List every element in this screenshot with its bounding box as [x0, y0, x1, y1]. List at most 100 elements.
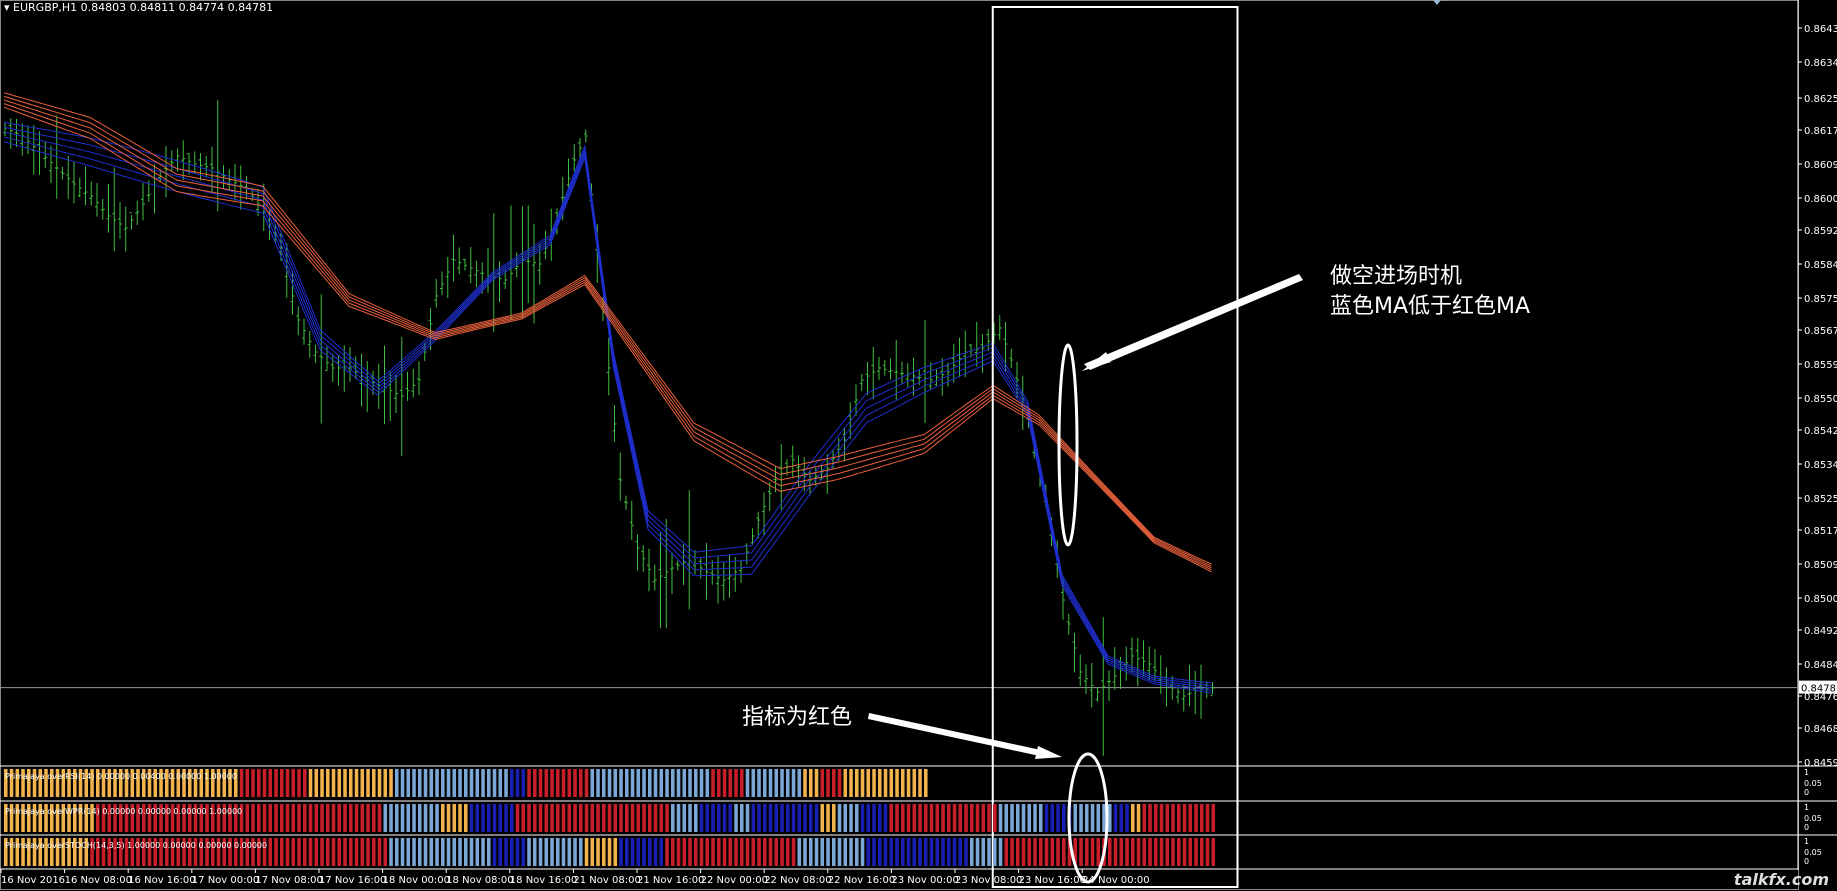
indicator-bar — [998, 804, 1003, 832]
indicator-bar — [849, 838, 853, 866]
indicator-bar — [1148, 804, 1152, 832]
price-tick-label: 0.86345 — [1804, 58, 1837, 69]
indicator-bar — [947, 804, 951, 832]
indicator-bar — [280, 769, 284, 797]
indicator-scale-top: 1 — [1804, 837, 1809, 846]
indicator-bar — [1211, 804, 1216, 832]
indicator-bar — [1039, 838, 1043, 866]
time-tick-label: 17 Nov 08:00 — [255, 875, 322, 886]
indicator-bar — [538, 838, 543, 866]
indicator-bar — [648, 769, 652, 797]
indicator-bar — [297, 838, 301, 866]
indicator-bar — [349, 769, 353, 797]
indicator-bar — [648, 838, 652, 866]
indicator-bar — [924, 769, 928, 797]
red-ma-line-1 — [3, 106, 1212, 573]
indicator-bar — [768, 804, 773, 832]
indicator-bar — [584, 838, 589, 866]
indicator-bar — [912, 838, 917, 866]
indicator-bar — [354, 838, 359, 866]
indicator-bar — [751, 769, 756, 797]
indicator-bar — [763, 838, 767, 866]
indicator-bar — [740, 769, 744, 797]
indicator-bar — [262, 769, 267, 797]
symbol-label: EURGBP,H1 — [13, 1, 78, 14]
indicator-bar — [711, 838, 715, 866]
indicator-bar — [458, 838, 462, 866]
chart-frame — [0, 0, 1799, 890]
indicator-bar — [613, 804, 618, 832]
indicator-bar — [837, 804, 842, 832]
indicator-bar — [1154, 804, 1158, 832]
indicator-bar — [274, 838, 278, 866]
indicator-arrow-shaft — [868, 713, 1050, 758]
indicator-bar — [314, 804, 319, 832]
indicator-bar — [1108, 804, 1112, 832]
indicator-bar — [717, 769, 721, 797]
chart-area[interactable]: 0.86430 0.86345 0.86255 0.86175 0.86090 0.860… — [0, 0, 1837, 891]
dropdown-triangle-icon[interactable]: ▾ — [4, 1, 10, 14]
indicator-bar — [786, 804, 790, 832]
indicator-bar — [423, 838, 428, 866]
indicator-bar — [642, 804, 646, 832]
indicator-bar — [1004, 838, 1009, 866]
indicator-bar — [1021, 838, 1026, 866]
indicator-bar — [383, 838, 388, 866]
indicator-bar — [665, 769, 669, 797]
indicator-bar — [412, 838, 416, 866]
indicator-bar — [751, 838, 756, 866]
indicator-bar — [469, 769, 474, 797]
indicator-label: Primajaya overWPR(14) 0.00000 0.00000 0.… — [5, 807, 242, 816]
indicator-scale-bot: 0 — [1804, 823, 1809, 832]
indicator-scale-bot: 0 — [1804, 788, 1809, 797]
indicator-bar — [671, 804, 675, 832]
indicator-bar — [866, 769, 871, 797]
indicator-bar — [768, 838, 773, 866]
indicator-bar — [676, 804, 681, 832]
indicator-bar — [492, 804, 497, 832]
indicator-bar — [889, 804, 894, 832]
indicator-bar — [642, 838, 646, 866]
indicator-bar — [826, 838, 830, 866]
indicator-bar — [245, 769, 250, 797]
indicator-bar — [1171, 804, 1175, 832]
indicator-bar — [728, 769, 733, 797]
time-tick-label: 22 Nov 16:00 — [828, 875, 895, 886]
indicator-bar — [1159, 804, 1164, 832]
indicator-bar — [975, 804, 980, 832]
indicator-bar — [832, 804, 836, 832]
time-tick-label: 22 Nov 08:00 — [764, 875, 831, 886]
indicator-bar — [441, 838, 445, 866]
indicator-bar — [475, 804, 480, 832]
indicator-bar — [803, 838, 807, 866]
indicator-bar — [832, 769, 836, 797]
indicator-bar — [1188, 804, 1193, 832]
indicator-bar — [619, 838, 623, 866]
indicator-bar — [510, 838, 514, 866]
indicator-bar — [337, 804, 342, 832]
indicator-bar — [377, 769, 382, 797]
indicator-bar — [1016, 804, 1020, 832]
indicator-bar — [929, 804, 934, 832]
indicator-bar — [337, 769, 342, 797]
price-tick-label: 0.85505 — [1804, 394, 1837, 405]
indicator-bar — [837, 838, 842, 866]
indicator-bar — [814, 838, 819, 866]
indicator-bar — [303, 838, 307, 866]
indicator-bar — [372, 838, 376, 866]
price-tick-label: 0.85005 — [1804, 594, 1837, 605]
indicator-bar — [366, 804, 370, 832]
indicator-bar — [952, 804, 957, 832]
indicator-bar — [636, 804, 641, 832]
indicator-bar — [694, 838, 698, 866]
indicator-bar — [872, 804, 876, 832]
indicator-bar — [475, 769, 480, 797]
indicator-bar — [354, 804, 359, 832]
indicator-bar — [527, 769, 531, 797]
indicator-bar — [780, 769, 784, 797]
indicator-bar — [429, 769, 434, 797]
price-tick-label: 0.86430 — [1804, 24, 1837, 35]
time-tick-label: 22 Nov 00:00 — [701, 875, 768, 886]
indicator-bar — [464, 838, 468, 866]
indicator-bar — [855, 804, 859, 832]
